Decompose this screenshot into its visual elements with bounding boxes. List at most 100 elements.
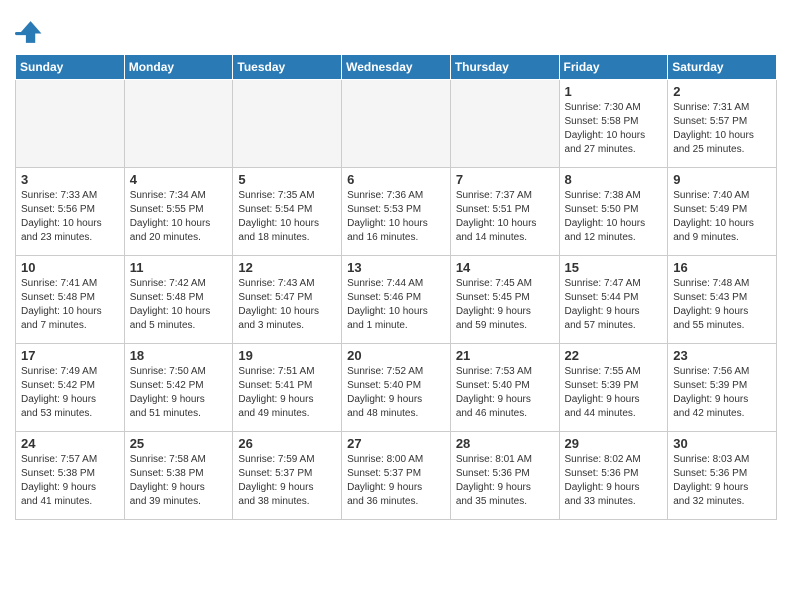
day-number: 2 xyxy=(673,84,771,99)
calendar-cell: 1 Sunrise: 7:30 AM Sunset: 5:58 PM Daylig… xyxy=(559,80,668,168)
calendar-week-2: 3 Sunrise: 7:33 AM Sunset: 5:56 PM Daylig… xyxy=(16,168,777,256)
calendar-cell: 20Sunrise: 7:52 AM Sunset: 5:40 PM Dayli… xyxy=(342,344,451,432)
calendar-cell: 13Sunrise: 7:44 AM Sunset: 5:46 PM Dayli… xyxy=(342,256,451,344)
calendar-week-3: 10 Sunrise: 7:41 AM Sunset: 5:48 PM Dayli… xyxy=(16,256,777,344)
weekday-header-saturday: Saturday xyxy=(668,55,777,80)
day-info: Sunrise: 7:45 AM Sunset: 5:45 PM Dayligh… xyxy=(456,277,554,333)
day-number: 12 xyxy=(238,260,336,275)
day-number: 16 xyxy=(673,260,771,275)
calendar-week-4: 17 Sunrise: 7:49 AM Sunset: 5:42 PM Dayli… xyxy=(16,344,777,432)
day-info: Sunrise: 7:42 AM Sunset: 5:48 PM Dayligh… xyxy=(130,277,228,333)
day-number: 27 xyxy=(347,436,445,451)
calendar-week-1: 1 Sunrise: 7:30 AM Sunset: 5:58 PM Daylig… xyxy=(16,80,777,168)
calendar-cell: 24Sunrise: 7:57 AM Sunset: 5:38 PM Dayli… xyxy=(16,432,125,520)
calendar-cell: 15Sunrise: 7:47 AM Sunset: 5:44 PM Dayli… xyxy=(559,256,668,344)
day-info: Sunrise: 8:03 AM Sunset: 5:36 PM Dayligh… xyxy=(673,453,771,509)
logo-icon xyxy=(15,18,43,46)
weekday-header-monday: Monday xyxy=(124,55,233,80)
day-info: Sunrise: 7:37 AM Sunset: 5:51 PM Dayligh… xyxy=(456,189,554,245)
day-number: 26 xyxy=(238,436,336,451)
day-info: Sunrise: 7:59 AM Sunset: 5:37 PM Dayligh… xyxy=(238,453,336,509)
day-info: Sunrise: 7:48 AM Sunset: 5:43 PM Dayligh… xyxy=(673,277,771,333)
day-info: Sunrise: 7:55 AM Sunset: 5:39 PM Dayligh… xyxy=(565,365,663,421)
header xyxy=(15,10,777,46)
calendar-cell: 23 Sunrise: 7:56 AM Sunset: 5:39 PM Dayli… xyxy=(668,344,777,432)
weekday-header-row: SundayMondayTuesdayWednesdayThursdayFrid… xyxy=(16,55,777,80)
calendar-cell xyxy=(342,80,451,168)
day-number: 11 xyxy=(130,260,228,275)
day-info: Sunrise: 7:58 AM Sunset: 5:38 PM Dayligh… xyxy=(130,453,228,509)
calendar-cell: 29 Sunrise: 8:02 AM Sunset: 5:36 PM Dayli… xyxy=(559,432,668,520)
calendar-cell: 26 Sunrise: 7:59 AM Sunset: 5:37 PM Dayli… xyxy=(233,432,342,520)
day-info: Sunrise: 7:51 AM Sunset: 5:41 PM Dayligh… xyxy=(238,365,336,421)
calendar-cell: 11 Sunrise: 7:42 AM Sunset: 5:48 PM Dayli… xyxy=(124,256,233,344)
day-number: 6 xyxy=(347,172,445,187)
day-info: Sunrise: 7:41 AM Sunset: 5:48 PM Dayligh… xyxy=(21,277,119,333)
day-info: Sunrise: 7:40 AM Sunset: 5:49 PM Dayligh… xyxy=(673,189,771,245)
calendar-cell: 9 Sunrise: 7:40 AM Sunset: 5:49 PM Daylig… xyxy=(668,168,777,256)
calendar-cell: 14Sunrise: 7:45 AM Sunset: 5:45 PM Dayli… xyxy=(450,256,559,344)
weekday-header-wednesday: Wednesday xyxy=(342,55,451,80)
day-number: 30 xyxy=(673,436,771,451)
weekday-header-thursday: Thursday xyxy=(450,55,559,80)
day-number: 17 xyxy=(21,348,119,363)
day-info: Sunrise: 7:34 AM Sunset: 5:55 PM Dayligh… xyxy=(130,189,228,245)
day-number: 24 xyxy=(21,436,119,451)
day-number: 10 xyxy=(21,260,119,275)
day-info: Sunrise: 8:00 AM Sunset: 5:37 PM Dayligh… xyxy=(347,453,445,509)
logo xyxy=(15,18,45,46)
calendar-cell: 7 Sunrise: 7:37 AM Sunset: 5:51 PM Daylig… xyxy=(450,168,559,256)
day-number: 1 xyxy=(565,84,663,99)
calendar-cell xyxy=(450,80,559,168)
calendar-cell: 25Sunrise: 7:58 AM Sunset: 5:38 PM Dayli… xyxy=(124,432,233,520)
calendar-table: SundayMondayTuesdayWednesdayThursdayFrid… xyxy=(15,54,777,520)
day-info: Sunrise: 7:36 AM Sunset: 5:53 PM Dayligh… xyxy=(347,189,445,245)
day-info: Sunrise: 7:30 AM Sunset: 5:58 PM Dayligh… xyxy=(565,101,663,157)
day-number: 28 xyxy=(456,436,554,451)
day-info: Sunrise: 7:35 AM Sunset: 5:54 PM Dayligh… xyxy=(238,189,336,245)
day-number: 29 xyxy=(565,436,663,451)
day-info: Sunrise: 7:53 AM Sunset: 5:40 PM Dayligh… xyxy=(456,365,554,421)
calendar-cell: 10 Sunrise: 7:41 AM Sunset: 5:48 PM Dayli… xyxy=(16,256,125,344)
day-info: Sunrise: 7:31 AM Sunset: 5:57 PM Dayligh… xyxy=(673,101,771,157)
calendar-cell xyxy=(124,80,233,168)
calendar-cell: 18Sunrise: 7:50 AM Sunset: 5:42 PM Dayli… xyxy=(124,344,233,432)
calendar-cell: 17 Sunrise: 7:49 AM Sunset: 5:42 PM Dayli… xyxy=(16,344,125,432)
page: SundayMondayTuesdayWednesdayThursdayFrid… xyxy=(0,0,792,535)
day-info: Sunrise: 7:52 AM Sunset: 5:40 PM Dayligh… xyxy=(347,365,445,421)
day-info: Sunrise: 7:47 AM Sunset: 5:44 PM Dayligh… xyxy=(565,277,663,333)
calendar-cell: 5 Sunrise: 7:35 AM Sunset: 5:54 PM Daylig… xyxy=(233,168,342,256)
calendar-cell: 28 Sunrise: 8:01 AM Sunset: 5:36 PM Dayli… xyxy=(450,432,559,520)
day-number: 19 xyxy=(238,348,336,363)
day-number: 18 xyxy=(130,348,228,363)
calendar-cell: 22 Sunrise: 7:55 AM Sunset: 5:39 PM Dayli… xyxy=(559,344,668,432)
day-number: 9 xyxy=(673,172,771,187)
day-number: 23 xyxy=(673,348,771,363)
weekday-header-tuesday: Tuesday xyxy=(233,55,342,80)
calendar-week-5: 24Sunrise: 7:57 AM Sunset: 5:38 PM Dayli… xyxy=(16,432,777,520)
day-number: 4 xyxy=(130,172,228,187)
calendar-cell: 27 Sunrise: 8:00 AM Sunset: 5:37 PM Dayli… xyxy=(342,432,451,520)
calendar-cell: 3 Sunrise: 7:33 AM Sunset: 5:56 PM Daylig… xyxy=(16,168,125,256)
calendar-cell: 2 Sunrise: 7:31 AM Sunset: 5:57 PM Daylig… xyxy=(668,80,777,168)
calendar-cell: 4 Sunrise: 7:34 AM Sunset: 5:55 PM Daylig… xyxy=(124,168,233,256)
day-number: 7 xyxy=(456,172,554,187)
calendar-cell: 30 Sunrise: 8:03 AM Sunset: 5:36 PM Dayli… xyxy=(668,432,777,520)
day-number: 22 xyxy=(565,348,663,363)
calendar-cell: 12Sunrise: 7:43 AM Sunset: 5:47 PM Dayli… xyxy=(233,256,342,344)
day-info: Sunrise: 7:56 AM Sunset: 5:39 PM Dayligh… xyxy=(673,365,771,421)
day-number: 21 xyxy=(456,348,554,363)
day-info: Sunrise: 8:01 AM Sunset: 5:36 PM Dayligh… xyxy=(456,453,554,509)
calendar-cell: 19 Sunrise: 7:51 AM Sunset: 5:41 PM Dayli… xyxy=(233,344,342,432)
day-number: 3 xyxy=(21,172,119,187)
day-info: Sunrise: 7:33 AM Sunset: 5:56 PM Dayligh… xyxy=(21,189,119,245)
day-info: Sunrise: 7:49 AM Sunset: 5:42 PM Dayligh… xyxy=(21,365,119,421)
day-number: 8 xyxy=(565,172,663,187)
day-info: Sunrise: 7:38 AM Sunset: 5:50 PM Dayligh… xyxy=(565,189,663,245)
calendar-cell: 16 Sunrise: 7:48 AM Sunset: 5:43 PM Dayli… xyxy=(668,256,777,344)
calendar-cell xyxy=(16,80,125,168)
weekday-header-sunday: Sunday xyxy=(16,55,125,80)
day-info: Sunrise: 8:02 AM Sunset: 5:36 PM Dayligh… xyxy=(565,453,663,509)
day-number: 5 xyxy=(238,172,336,187)
calendar-cell xyxy=(233,80,342,168)
